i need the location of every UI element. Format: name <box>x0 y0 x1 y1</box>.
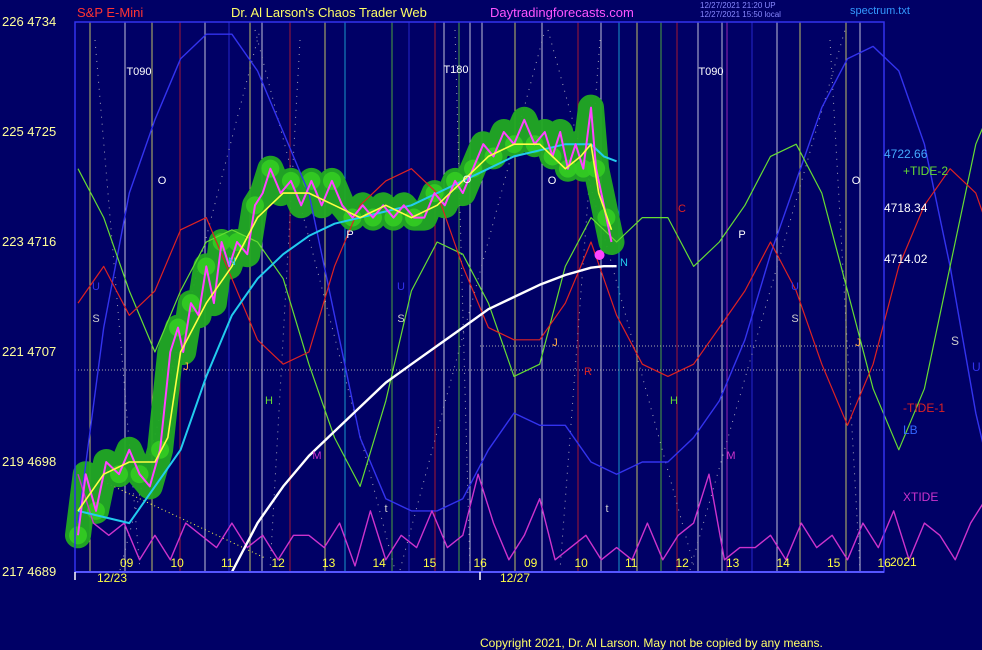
date-label-0: 12/23 <box>97 571 128 585</box>
hour-tick-label-7: 16 <box>473 556 487 570</box>
planet-letter-0: O <box>158 175 167 187</box>
hour-tick-label-4: 13 <box>322 556 336 570</box>
hour-tick-label-15: 16 <box>877 556 891 570</box>
chart-title: Dr. Al Larson's Chaos Trader Web <box>231 5 427 20</box>
planet-letter-15: H <box>670 395 678 407</box>
timing-wave-9 <box>829 39 861 571</box>
planet-letter-18: C <box>678 203 686 215</box>
timestamp-local: 12/27/2021 15:50 local <box>700 10 781 19</box>
planet-letter-8: S <box>92 313 99 325</box>
planet-letter-17: M <box>726 450 735 462</box>
right-label-7: LB <box>903 423 918 437</box>
chart-canvas: O O O OP PN NS S SU U UH HM MCRJJ Jt tT090 T180 T090 <box>65 21 982 580</box>
planet-letter-23: t <box>384 503 387 515</box>
y-tick-label-3: 221 4707 <box>2 344 57 359</box>
planet-letter-5: P <box>738 229 745 241</box>
hour-tick-label-2: 11 <box>221 556 234 570</box>
hour-tick-label-10: 11 <box>625 556 638 570</box>
hour-tick-label-8: 09 <box>524 556 538 570</box>
timing-marker-2: T090 <box>698 66 723 78</box>
copyright-notice: Copyright 2021, Dr. Al Larson. May not b… <box>480 636 823 650</box>
year-label: 2021 <box>890 555 917 569</box>
hour-tick-label-6: 15 <box>423 556 437 570</box>
planet-letter-9: S <box>397 313 404 325</box>
y-tick-label-4: 219 4698 <box>2 454 57 469</box>
planet-letter-16: M <box>312 450 321 462</box>
hour-tick-label-14: 15 <box>827 556 841 570</box>
hour-tick-label-13: 14 <box>776 556 790 570</box>
site-link[interactable]: Daytradingforecasts.com <box>490 5 634 20</box>
planet-letter-6: N <box>228 256 236 268</box>
planet-letter-10: S <box>791 313 798 325</box>
hour-tick-label-5: 14 <box>372 556 386 570</box>
planet-letter-13: U <box>791 281 799 293</box>
timing-wave-5 <box>689 29 846 571</box>
planet-letter-19: R <box>584 366 592 378</box>
hour-tick-label-12: 13 <box>726 556 740 570</box>
hour-tick-label-9: 10 <box>574 556 588 570</box>
right-label-5: U <box>972 360 981 374</box>
planet-letter-7: N <box>620 257 628 269</box>
planet-letter-3: O <box>852 175 861 187</box>
planet-letter-4: P <box>346 229 353 241</box>
right-label-6: -TIDE-1 <box>903 401 945 415</box>
spectrum-file-label: spectrum.txt <box>850 5 910 17</box>
right-label-1: +TIDE-2 <box>903 164 949 178</box>
planet-letter-24: t <box>605 503 608 515</box>
right-label-0: 4722.66 <box>884 147 928 161</box>
right-label-4: S <box>951 334 960 348</box>
right-label-2: 4718.34 <box>884 201 928 215</box>
y-tick-label-5: 217 4689 <box>2 564 57 579</box>
y-tick-label-0: 226 4734 <box>2 14 57 29</box>
timing-marker-0: T090 <box>126 66 151 78</box>
y-tick-label-1: 225 4725 <box>2 124 57 139</box>
timing-wave-4 <box>547 29 696 571</box>
hour-tick-label-0: 09 <box>120 556 134 570</box>
planet-letter-20: J <box>183 361 189 373</box>
planet-letter-1: O <box>463 174 472 186</box>
timing-marker-1: T180 <box>443 64 468 76</box>
right-label-8: XTIDE <box>903 490 939 504</box>
timing-wave-8 <box>269 39 301 571</box>
y-tick-label-2: 223 4716 <box>2 234 57 249</box>
planet-letter-12: U <box>397 281 405 293</box>
planet-letter-14: H <box>265 395 273 407</box>
hour-tick-label-11: 12 <box>675 556 689 570</box>
hour-tick-label-1: 10 <box>170 556 184 570</box>
planet-letter-2: O <box>548 175 557 187</box>
planet-letter-21: J <box>552 337 558 349</box>
timestamp-utc: 12/27/2021 21:20 UP <box>700 1 776 10</box>
last-price-dot <box>594 250 605 260</box>
hour-tick-label-3: 12 <box>271 556 285 570</box>
right-label-3: 4714.02 <box>884 252 928 266</box>
planet-letter-22: J <box>855 337 861 349</box>
date-label-1: 12/27 <box>500 571 531 585</box>
planet-letter-11: U <box>92 281 100 293</box>
symbol-label: S&P E-Mini <box>77 5 144 20</box>
